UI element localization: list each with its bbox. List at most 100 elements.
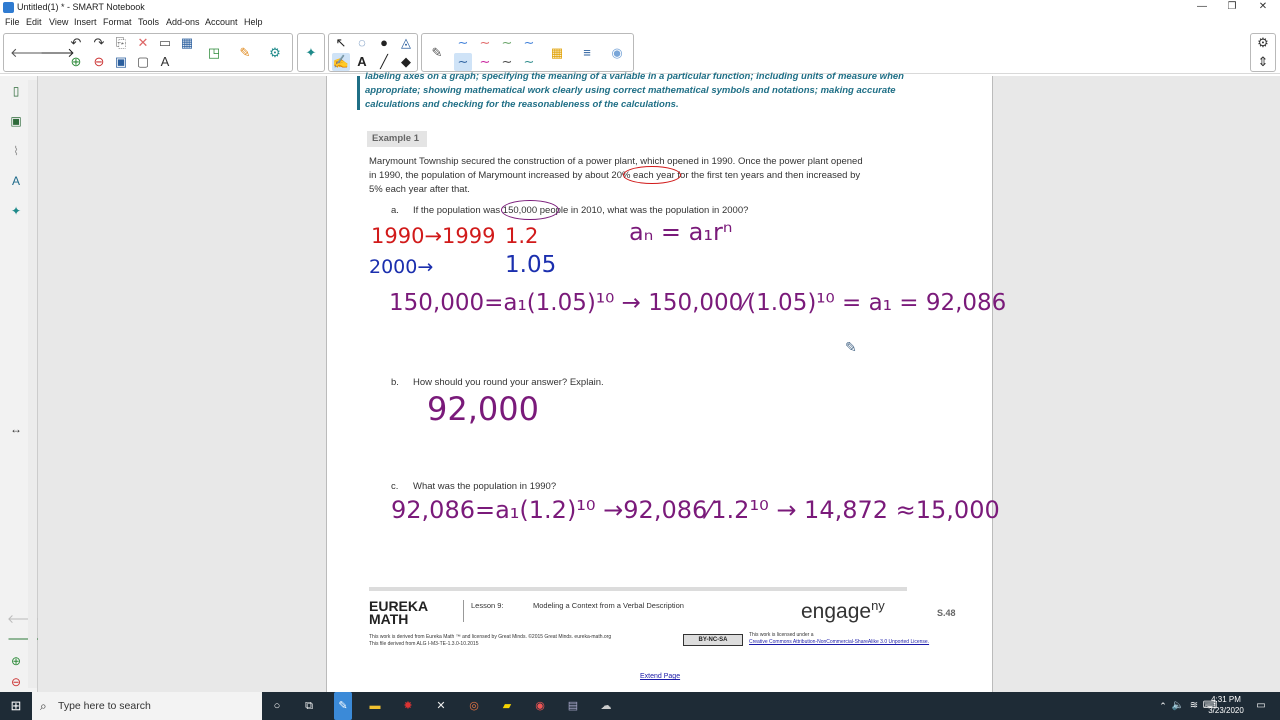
- example-label: Example 1: [367, 131, 427, 147]
- screen-shade-icon[interactable]: ▭: [156, 34, 174, 52]
- app-doc-icon[interactable]: ▤: [565, 698, 581, 714]
- maximize-button[interactable]: ❐: [1215, 0, 1249, 15]
- delete-icon[interactable]: ✕: [134, 34, 152, 52]
- display-icon[interactable]: ▢: [134, 53, 152, 71]
- addons-panel-icon[interactable]: ✦: [7, 202, 25, 220]
- add-page-icon[interactable]: ⊕: [67, 53, 85, 71]
- add-page-side-icon[interactable]: ⊕: [7, 652, 25, 670]
- line-style-icon[interactable]: ≡: [578, 44, 596, 62]
- question-a-letter: a.: [391, 205, 399, 216]
- app-tools-icon[interactable]: ✕: [433, 698, 449, 714]
- redo-icon[interactable]: ↷: [90, 34, 108, 52]
- tray-chevron-icon[interactable]: ⌃: [1155, 698, 1171, 714]
- page-sorter-icon[interactable]: ▯: [7, 82, 25, 100]
- side-panel-scrollbar[interactable]: [28, 80, 37, 688]
- chrome-alt-icon[interactable]: ◉: [532, 698, 548, 714]
- file-explorer-icon[interactable]: ▬: [367, 698, 383, 714]
- lesson-title: Modeling a Context from a Verbal Descrip…: [533, 601, 684, 610]
- volume-icon[interactable]: 🔈: [1170, 698, 1186, 714]
- delete-page-icon[interactable]: ⊖: [90, 53, 108, 71]
- copy-icon[interactable]: ⎘: [112, 34, 130, 52]
- sticky-notes-icon[interactable]: ▰: [499, 698, 515, 714]
- pen-type-icon[interactable]: ✎: [428, 44, 446, 62]
- ny-text: ny: [871, 598, 885, 613]
- notifications-icon[interactable]: ▭: [1253, 698, 1269, 714]
- toolbar-position-icon[interactable]: ⇕: [1254, 53, 1272, 71]
- windows-start-icon[interactable]: ⊞: [8, 698, 24, 714]
- attachments-icon[interactable]: ⌇: [7, 142, 25, 160]
- addons-icon[interactable]: ✦: [302, 44, 320, 62]
- transparency-icon[interactable]: ◉: [608, 44, 626, 62]
- menu-account[interactable]: Account: [205, 15, 238, 30]
- minimize-button[interactable]: —: [1185, 0, 1219, 15]
- smart-notebook-icon: [3, 2, 14, 13]
- extend-page-link[interactable]: Extend Page: [640, 670, 680, 684]
- license-line-1: This work is licensed under a: [749, 632, 814, 638]
- resize-handle-icon[interactable]: ↔: [7, 420, 25, 438]
- previous-page-side-icon[interactable]: 🡐: [7, 610, 39, 628]
- smart-notebook-taskbar-icon[interactable]: ✎: [334, 692, 352, 720]
- ink-work-a: 150,000=a₁(1.05)¹⁰ → 150,000⁄(1.05)¹⁰ = …: [389, 290, 1007, 316]
- task-view-icon[interactable]: ⧉: [301, 698, 317, 714]
- app-red-icon[interactable]: ✸: [400, 698, 416, 714]
- toolbar-group-pen-styles: ✎ ∼ ∼ ∼ ∼ ∼ ∼ ∼ ∼ ▦ ≡ ◉: [421, 33, 634, 72]
- gear-icon[interactable]: ⚙: [1254, 34, 1272, 52]
- wifi-icon[interactable]: ≋: [1186, 698, 1202, 714]
- toolbar: 🡐 🡒 ↶ ↷ ⎘ ✕ ▭ ▦ ⊕ ⊖ ▣ ▢ A ◳ ✎ ⚙ ✦ ↖ ◌ ● …: [0, 30, 1280, 74]
- lab-icon[interactable]: ⚙: [266, 44, 284, 62]
- menu-file[interactable]: File: [5, 15, 20, 30]
- gallery-icon[interactable]: ▣: [7, 112, 25, 130]
- menu-help[interactable]: Help: [244, 15, 263, 30]
- shape-icon[interactable]: ◌: [353, 34, 371, 52]
- menu-view[interactable]: View: [49, 15, 68, 30]
- close-button[interactable]: ✕: [1246, 0, 1280, 15]
- footer-rule: [369, 587, 907, 591]
- pen-style-2-icon[interactable]: ∼: [476, 34, 494, 52]
- table-icon[interactable]: ▦: [178, 34, 196, 52]
- eureka-math-logo: EUREKA MATH: [369, 599, 428, 626]
- next-page-icon[interactable]: 🡒: [40, 44, 75, 62]
- ink-formula: aₙ = a₁rⁿ: [629, 218, 733, 246]
- properties-icon[interactable]: A: [7, 172, 25, 190]
- fill-icon[interactable]: ●: [375, 34, 393, 52]
- undo-icon[interactable]: ↶: [67, 34, 85, 52]
- menu-edit[interactable]: Edit: [26, 15, 42, 30]
- menu-addons[interactable]: Add-ons: [166, 15, 200, 30]
- pen-style-3-icon[interactable]: ∼: [498, 34, 516, 52]
- chrome-icon[interactable]: ◎: [466, 698, 482, 714]
- page-number: S.48: [937, 608, 956, 618]
- response-icon[interactable]: ✎: [236, 44, 254, 62]
- save-icon[interactable]: ▣: [112, 53, 130, 71]
- line-icon[interactable]: ╱: [375, 53, 393, 71]
- magic-pen-icon[interactable]: ◬: [397, 34, 415, 52]
- pen-style-8-icon[interactable]: ∼: [520, 53, 538, 71]
- pen-cursor-icon: ✎: [845, 340, 857, 356]
- app-cloud-icon[interactable]: ☁: [598, 698, 614, 714]
- menu-insert[interactable]: Insert: [74, 15, 97, 30]
- clock[interactable]: 4:31 PM 3/23/2020: [1204, 694, 1248, 716]
- pen-icon[interactable]: ✍: [332, 53, 350, 71]
- cortana-icon[interactable]: ○: [269, 698, 285, 714]
- taskbar-search[interactable]: ⌕ Type here to search: [32, 692, 262, 720]
- text-icon[interactable]: A: [156, 53, 174, 71]
- pen-style-1-icon[interactable]: ∼: [454, 34, 472, 52]
- pen-style-4-icon[interactable]: ∼: [520, 34, 538, 52]
- delete-page-side-icon[interactable]: ⊖: [7, 673, 25, 691]
- color-palette-icon[interactable]: ▦: [548, 44, 566, 62]
- engageny-logo: engageny: [801, 598, 885, 624]
- clock-time: 4:31 PM: [1211, 695, 1241, 704]
- pen-style-6-icon[interactable]: ∼: [476, 53, 494, 71]
- license-link[interactable]: Creative Commons Attribution-NonCommerci…: [749, 639, 929, 646]
- pen-style-7-icon[interactable]: ∼: [498, 53, 516, 71]
- screen-capture-icon[interactable]: ◳: [205, 44, 223, 62]
- pen-style-5-icon[interactable]: ∼: [454, 53, 472, 71]
- eraser-icon[interactable]: ◆: [397, 53, 415, 71]
- select-icon[interactable]: ↖: [332, 34, 350, 52]
- text-tool-icon[interactable]: A: [353, 53, 371, 71]
- search-icon: ⌕: [40, 699, 47, 713]
- menu-tools[interactable]: Tools: [138, 15, 159, 30]
- next-page-side-icon[interactable]: 🡒: [7, 630, 39, 648]
- credit-line-2: This file derived from ALG I-M3-TE-1.3.0…: [369, 641, 479, 647]
- previous-page-icon[interactable]: 🡐: [10, 44, 45, 62]
- menu-format[interactable]: Format: [103, 15, 132, 30]
